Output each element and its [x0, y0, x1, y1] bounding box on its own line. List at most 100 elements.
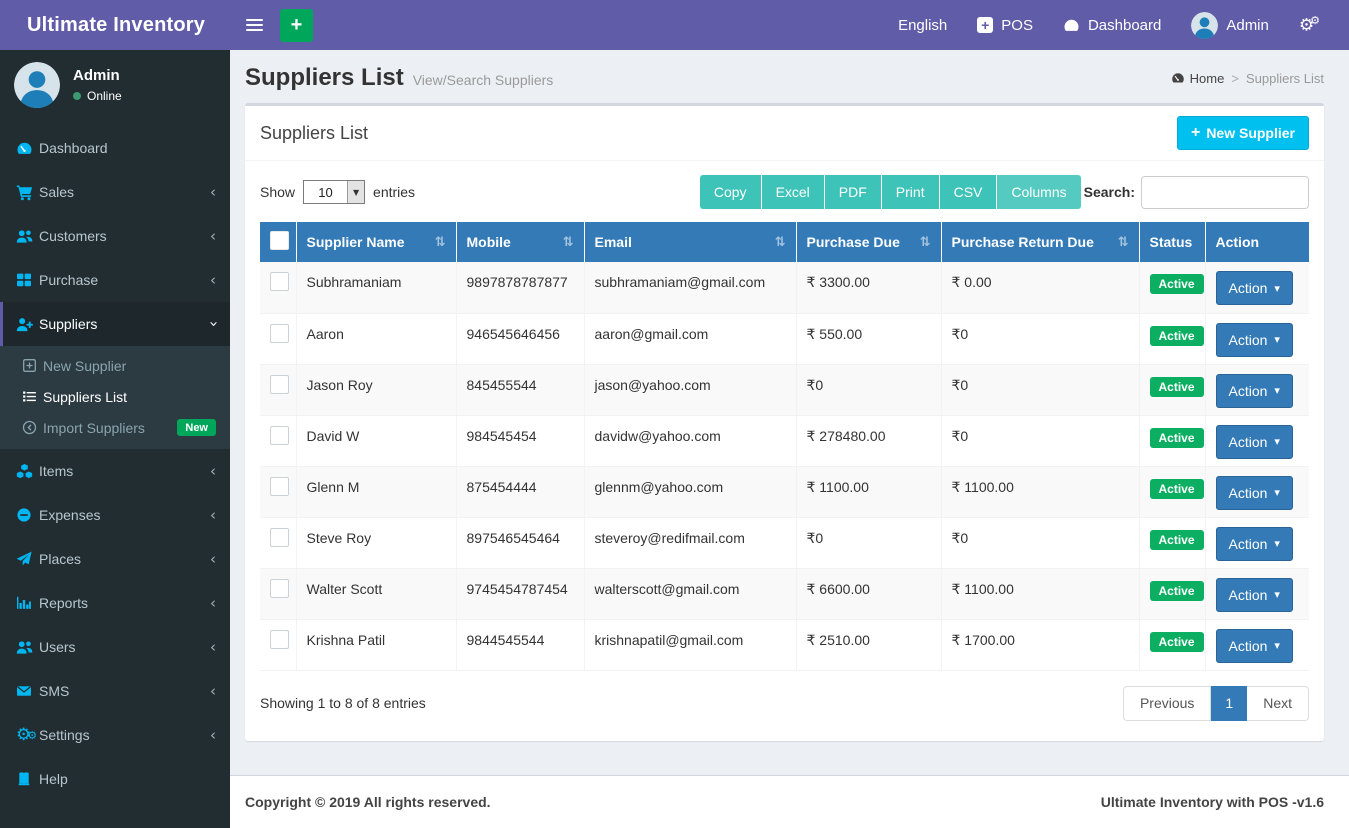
- quick-add-button[interactable]: +: [280, 8, 313, 42]
- card-header: Suppliers List + New Supplier: [245, 106, 1324, 161]
- status-badge: Active: [1149, 580, 1204, 601]
- col-purchase-return-due[interactable]: Purchase Return Due ⇅: [940, 222, 1139, 262]
- sidebar-item-purchase[interactable]: Purchase ‹: [0, 258, 230, 302]
- chevron-left-icon: ‹: [210, 227, 216, 245]
- page-size-select[interactable]: 10 ▼: [303, 180, 366, 204]
- action-button[interactable]: Action ▾: [1215, 526, 1293, 561]
- cell-email: steveroy@redifmail.com: [583, 517, 796, 569]
- sidebar-item-reports[interactable]: Reports ‹: [0, 581, 230, 625]
- table-row: Glenn M 875454444 glennm@yahoo.com ₹ 110…: [260, 466, 1309, 518]
- sidebar-item-settings[interactable]: ⚙ ⚙ Settings ‹: [0, 713, 230, 757]
- sidebar-item-dashboard[interactable]: Dashboard: [0, 126, 230, 170]
- sort-icon[interactable]: ⇅: [563, 235, 574, 250]
- sort-icon[interactable]: ⇅: [920, 235, 931, 250]
- pdf-button[interactable]: PDF: [823, 175, 881, 209]
- nav-settings[interactable]: ⚙⚙: [1284, 0, 1335, 50]
- plus-icon: +: [1190, 124, 1201, 141]
- table-row: Walter Scott 9745454787454 walterscott@g…: [260, 568, 1309, 620]
- sort-icon[interactable]: ⇅: [775, 235, 786, 250]
- controls-right: Copy Excel PDF Print CSV Columns Search:: [699, 175, 1309, 209]
- col-email[interactable]: Email ⇅: [583, 222, 796, 262]
- cart-icon: [16, 184, 39, 201]
- minus-circle-icon: [16, 507, 39, 523]
- row-checkbox[interactable]: [270, 425, 289, 445]
- cell-purchase-due: ₹ 3300.00: [795, 262, 941, 314]
- row-checkbox[interactable]: [270, 527, 289, 547]
- csv-button[interactable]: CSV: [938, 175, 997, 209]
- nav-language[interactable]: English: [883, 0, 962, 50]
- copy-button[interactable]: Copy: [699, 175, 761, 209]
- excel-button[interactable]: Excel: [760, 175, 824, 209]
- cell-purchase-due: ₹0: [795, 364, 941, 416]
- table-footer: Showing 1 to 8 of 8 entries Previous 1 N…: [245, 671, 1324, 741]
- cell-purchase-return-due: ₹ 1700.00: [940, 619, 1139, 671]
- cell-supplier-name: Subhramaniam: [295, 262, 456, 314]
- sidebar-item-help[interactable]: Help: [0, 757, 230, 801]
- col-purchase-due[interactable]: Purchase Due ⇅: [795, 222, 941, 262]
- row-checkbox[interactable]: [270, 476, 289, 496]
- cell-purchase-due: ₹0: [795, 517, 941, 569]
- cell-supplier-name: David W: [295, 415, 456, 467]
- search-label: Search:: [1083, 184, 1135, 200]
- pagination-page-1[interactable]: 1: [1211, 685, 1248, 721]
- chevron-left-icon: ‹: [210, 183, 216, 201]
- row-checkbox[interactable]: [270, 578, 289, 598]
- col-mobile[interactable]: Mobile ⇅: [455, 222, 584, 262]
- sidebar-user-name: Admin: [73, 67, 120, 84]
- action-button[interactable]: Action ▾: [1215, 424, 1293, 459]
- breadcrumb: Home > Suppliers List: [1171, 71, 1324, 86]
- caret-down-icon: ▾: [1274, 639, 1280, 652]
- print-button[interactable]: Print: [880, 175, 939, 209]
- grid-icon: [16, 272, 39, 288]
- submenu-item-new-supplier[interactable]: New Supplier: [0, 350, 230, 381]
- new-supplier-button[interactable]: + New Supplier: [1176, 116, 1309, 150]
- sidebar-item-items[interactable]: Items ‹: [0, 449, 230, 493]
- sidebar-item-sms[interactable]: SMS ‹: [0, 669, 230, 713]
- table-row: Krishna Patil 9844545544 krishnapatil@gm…: [260, 619, 1309, 671]
- sort-icon[interactable]: ⇅: [1118, 235, 1129, 250]
- sidebar-item-places[interactable]: Places ‹: [0, 537, 230, 581]
- row-checkbox[interactable]: [270, 374, 289, 394]
- suppliers-card: Suppliers List + New Supplier Show 10 ▼ …: [245, 103, 1324, 741]
- pagination-next[interactable]: Next: [1247, 685, 1309, 721]
- action-button[interactable]: Action ▾: [1215, 271, 1293, 305]
- nav-dashboard[interactable]: Dashboard: [1048, 0, 1176, 50]
- app: Ultimate Inventory + English + POS Dashb…: [0, 0, 1349, 828]
- sidebar-item-customers[interactable]: Customers ‹: [0, 214, 230, 258]
- row-checkbox[interactable]: [270, 323, 289, 343]
- select-arrow-icon: ▼: [347, 181, 365, 203]
- nav-user-menu[interactable]: Admin: [1176, 0, 1284, 50]
- brand-logo[interactable]: Ultimate Inventory: [0, 0, 230, 50]
- sidebar-avatar: [14, 62, 60, 108]
- search-input[interactable]: [1141, 175, 1309, 209]
- sidebar-item-sales[interactable]: Sales ‹: [0, 170, 230, 214]
- sidebar-item-suppliers[interactable]: Suppliers ‹: [0, 302, 230, 346]
- action-button[interactable]: Action ▾: [1215, 373, 1293, 408]
- select-all-checkbox[interactable]: [270, 231, 289, 250]
- submenu-item-import-suppliers[interactable]: Import Suppliers New: [0, 412, 230, 443]
- paper-plane-icon: [16, 551, 39, 567]
- pagination-previous[interactable]: Previous: [1122, 685, 1212, 721]
- sidebar-toggle-icon[interactable]: [242, 13, 267, 37]
- chevron-left-icon: ‹: [210, 594, 216, 612]
- submenu-item-suppliers-list[interactable]: Suppliers List: [0, 381, 230, 412]
- row-checkbox[interactable]: [270, 272, 289, 291]
- sort-icon[interactable]: ⇅: [435, 235, 446, 250]
- sidebar-item-expenses[interactable]: Expenses ‹: [0, 493, 230, 537]
- action-button[interactable]: Action ▾: [1215, 577, 1293, 612]
- breadcrumb-home[interactable]: Home: [1171, 71, 1224, 86]
- users-icon: [16, 228, 39, 245]
- list-icon: [22, 389, 43, 404]
- sidebar-item-users[interactable]: Users ‹: [0, 625, 230, 669]
- copyright-text: Copyright © 2019 All rights reserved.: [245, 794, 491, 810]
- columns-button[interactable]: Columns: [996, 175, 1081, 209]
- col-supplier-name[interactable]: Supplier Name ⇅: [295, 222, 456, 262]
- action-button[interactable]: Action ▾: [1215, 322, 1293, 357]
- caret-down-icon: ▾: [1274, 384, 1280, 397]
- row-checkbox[interactable]: [270, 629, 289, 649]
- status-badge: Active: [1149, 274, 1204, 294]
- action-button[interactable]: Action ▾: [1215, 475, 1293, 510]
- sidebar-user-status[interactable]: Online: [73, 89, 122, 103]
- action-button[interactable]: Action ▾: [1215, 628, 1293, 663]
- nav-pos[interactable]: + POS: [962, 0, 1048, 50]
